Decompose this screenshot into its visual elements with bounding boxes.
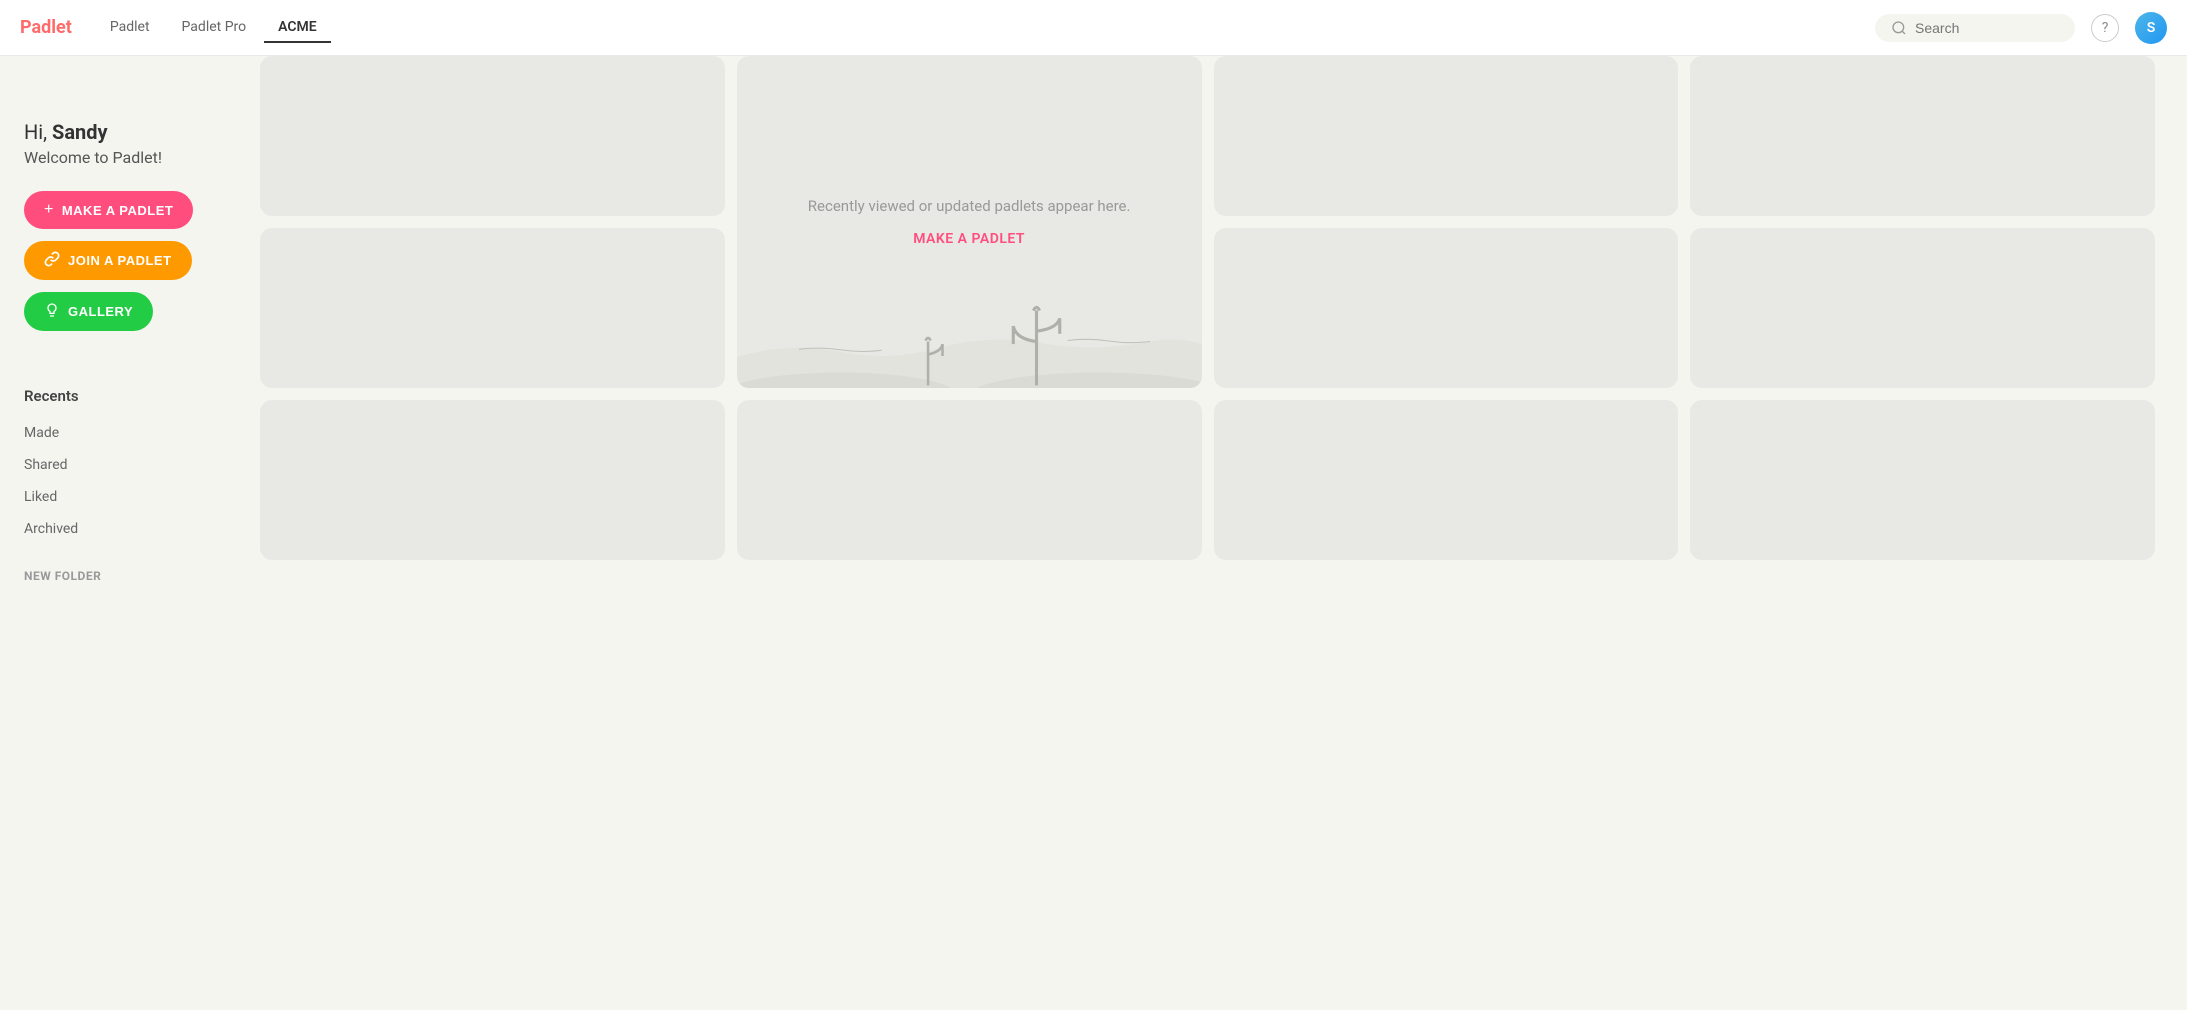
search-bar[interactable]	[1875, 14, 2075, 42]
sidebar-item-liked-label: Liked	[24, 489, 57, 505]
greeting-text: Hi,	[24, 120, 52, 144]
nav-tab-padlet-pro[interactable]: Padlet Pro	[168, 13, 261, 43]
padlet-card[interactable]	[1214, 228, 1679, 388]
empty-message-text: Recently viewed or updated padlets appea…	[808, 197, 1131, 215]
gallery-label: GALLERY	[68, 304, 133, 319]
sidebar-item-shared-label: Shared	[24, 457, 68, 473]
search-input[interactable]	[1915, 20, 2055, 36]
nav-tab-padlet[interactable]: Padlet	[96, 13, 164, 43]
padlet-grid: Recently viewed or updated padlets appea…	[260, 56, 2155, 560]
make-padlet-link[interactable]: MAKE A PADLET	[808, 231, 1131, 247]
sidebar-item-archived-label: Archived	[24, 521, 78, 537]
sidebar-section-title: Recents	[24, 387, 236, 405]
welcome-section: Hi, Sandy Welcome to Padlet! + MAKE A PA…	[24, 88, 236, 355]
padlet-card[interactable]	[1214, 400, 1679, 560]
top-nav: Padlet Padlet Padlet Pro ACME ? S	[0, 0, 2187, 56]
user-avatar[interactable]: S	[2135, 12, 2167, 44]
empty-state-message: Recently viewed or updated padlets appea…	[808, 197, 1131, 247]
nav-tab-acme[interactable]: ACME	[264, 13, 331, 43]
sidebar-item-shared[interactable]: Shared	[24, 449, 236, 481]
bulb-icon	[44, 302, 60, 321]
sidebar-item-made[interactable]: Made	[24, 417, 236, 449]
padlet-card-main[interactable]: Recently viewed or updated padlets appea…	[737, 56, 1202, 388]
main-layout: Hi, Sandy Welcome to Padlet! + MAKE A PA…	[0, 56, 2187, 1010]
sidebar-nav: Recents Made Shared Liked Archived NEW F…	[24, 387, 236, 591]
nav-tabs: Padlet Padlet Pro ACME	[96, 13, 1875, 43]
new-folder-button[interactable]: NEW FOLDER	[24, 561, 236, 591]
app-logo: Padlet	[20, 17, 72, 38]
padlet-card[interactable]	[1690, 400, 2155, 560]
sidebar-item-archived[interactable]: Archived	[24, 513, 236, 545]
plus-icon: +	[44, 201, 54, 219]
padlet-card[interactable]	[1690, 56, 2155, 216]
padlet-card[interactable]	[260, 56, 725, 216]
sidebar-item-liked[interactable]: Liked	[24, 481, 236, 513]
padlet-card[interactable]	[1214, 56, 1679, 216]
gallery-button[interactable]: GALLERY	[24, 292, 153, 331]
padlet-card[interactable]	[260, 228, 725, 388]
padlet-card[interactable]	[737, 400, 1202, 560]
link-icon	[44, 251, 60, 270]
welcome-greeting: Hi, Sandy	[24, 120, 236, 144]
sidebar: Hi, Sandy Welcome to Padlet! + MAKE A PA…	[0, 56, 260, 1010]
make-padlet-button[interactable]: + MAKE A PADLET	[24, 191, 193, 229]
search-icon	[1891, 20, 1907, 36]
action-buttons: + MAKE A PADLET JOIN A PADLET	[24, 191, 236, 331]
join-padlet-button[interactable]: JOIN A PADLET	[24, 241, 192, 280]
make-padlet-label: MAKE A PADLET	[62, 203, 173, 218]
nav-right: ? S	[1875, 12, 2167, 44]
sidebar-item-made-label: Made	[24, 425, 59, 441]
padlet-card[interactable]	[260, 400, 725, 560]
user-name: Sandy	[52, 120, 108, 144]
help-button[interactable]: ?	[2091, 14, 2119, 42]
join-padlet-label: JOIN A PADLET	[68, 253, 172, 268]
welcome-subtitle: Welcome to Padlet!	[24, 148, 236, 167]
padlet-card[interactable]	[1690, 228, 2155, 388]
content-area: Recently viewed or updated padlets appea…	[260, 56, 2187, 1010]
